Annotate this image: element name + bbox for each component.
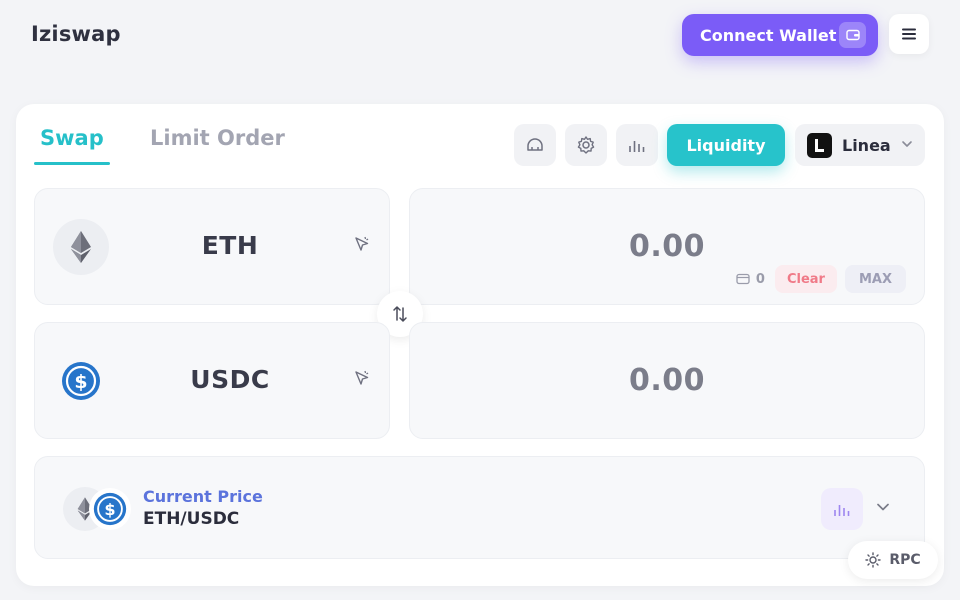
cursor-select-icon (355, 236, 369, 251)
svg-text:$: $ (104, 500, 115, 519)
bar-chart-icon (834, 505, 850, 516)
from-token-selector[interactable]: ETH (34, 188, 390, 305)
chevron-down-icon (902, 141, 912, 147)
connect-wallet-button[interactable]: Connect Wallet (682, 14, 878, 56)
connect-wallet-label: Connect Wallet (700, 25, 837, 45)
tab-swap[interactable]: Swap (40, 126, 104, 150)
clear-button[interactable]: Clear (774, 265, 837, 293)
linea-logo-icon (807, 132, 832, 158)
rpc-button[interactable]: RPC (848, 541, 938, 579)
settings-button[interactable] (565, 124, 607, 166)
from-token-symbol: ETH (201, 231, 259, 260)
eth-token-icon (53, 219, 109, 275)
dashboard-icon (527, 138, 543, 151)
active-tab-indicator (34, 162, 110, 165)
to-token-symbol: USDC (190, 365, 270, 394)
to-token-selector[interactable]: $ USDC (34, 322, 390, 439)
stats-button[interactable] (616, 124, 658, 166)
bar-chart-icon (629, 141, 645, 152)
balance-display: 0 (736, 272, 765, 287)
to-amount-panel: 0.00 (409, 322, 925, 439)
tab-limit-order[interactable]: Limit Order (150, 126, 285, 150)
network-label: Linea (842, 135, 891, 155)
pair-icons: $ (63, 487, 131, 531)
usdc-token-icon: $ (53, 353, 109, 409)
usdc-token-icon: $ (89, 488, 131, 530)
network-selector[interactable]: Linea (795, 124, 925, 166)
balance-row: 0 Clear MAX (736, 265, 906, 293)
swap-arrows-icon (393, 306, 407, 322)
dashboard-button[interactable] (514, 124, 556, 166)
chevron-down-icon[interactable] (875, 499, 891, 515)
price-pair: ETH/USDC (143, 509, 240, 529)
svg-text:$: $ (74, 371, 87, 393)
balance-value: 0 (755, 271, 765, 287)
rpc-label: RPC (889, 552, 921, 568)
gear-icon (577, 136, 595, 154)
sun-icon (865, 552, 882, 568)
max-button[interactable]: MAX (844, 265, 906, 293)
from-amount-input[interactable]: 0.00 (410, 229, 924, 264)
cursor-select-icon (355, 370, 369, 385)
menu-button[interactable] (889, 14, 929, 54)
wallet-icon (736, 273, 750, 285)
hamburger-icon (902, 28, 916, 40)
liquidity-button[interactable]: Liquidity (667, 124, 785, 166)
current-price-label: Current Price (143, 487, 263, 506)
price-chart-button[interactable] (821, 488, 863, 530)
to-amount-input[interactable]: 0.00 (410, 363, 924, 398)
wallet-icon (839, 22, 866, 48)
from-amount-panel: 0.00 0 Clear MAX (409, 188, 925, 305)
app-logo: Iziswap (31, 22, 121, 46)
current-price-panel[interactable]: $ Current Price ETH/USDC (34, 456, 925, 559)
